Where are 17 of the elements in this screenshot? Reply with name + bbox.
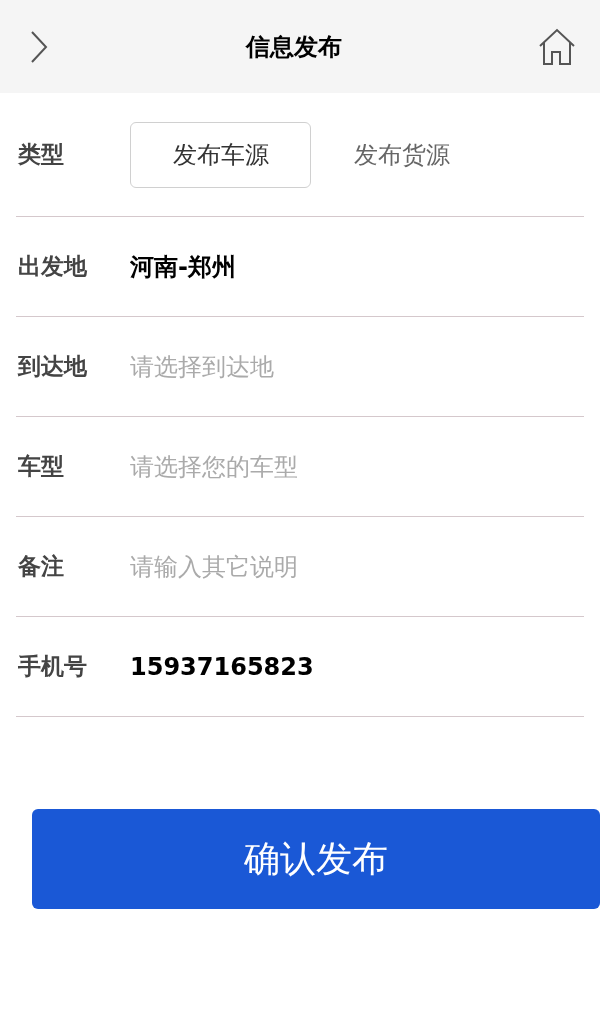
input-field[interactable]: 河南-郑州 bbox=[130, 244, 584, 289]
type-option[interactable]: 发布货源 bbox=[311, 121, 492, 188]
field-label: 类型 bbox=[17, 140, 65, 170]
input-field[interactable]: 请选择到达地 bbox=[130, 344, 584, 389]
type-option[interactable]: 发布车源 bbox=[130, 121, 311, 188]
field-label: 车型 bbox=[17, 452, 65, 482]
input-field[interactable]: 请输入其它说明 bbox=[130, 544, 584, 589]
field-label: 备注 bbox=[17, 552, 65, 582]
home-icon[interactable] bbox=[538, 27, 576, 66]
input-field[interactable]: 请选择您的车型 bbox=[130, 444, 584, 489]
page-title: 信息发布 bbox=[245, 31, 342, 63]
chevron-right-icon[interactable] bbox=[29, 29, 49, 64]
input-field[interactable]: 15937165823 bbox=[130, 644, 584, 689]
field-label: 手机号 bbox=[17, 652, 88, 682]
submit-button[interactable]: 确认发布 bbox=[32, 809, 600, 909]
field-label: 到达地 bbox=[16, 352, 88, 382]
field-label: 出发地 bbox=[17, 252, 88, 282]
